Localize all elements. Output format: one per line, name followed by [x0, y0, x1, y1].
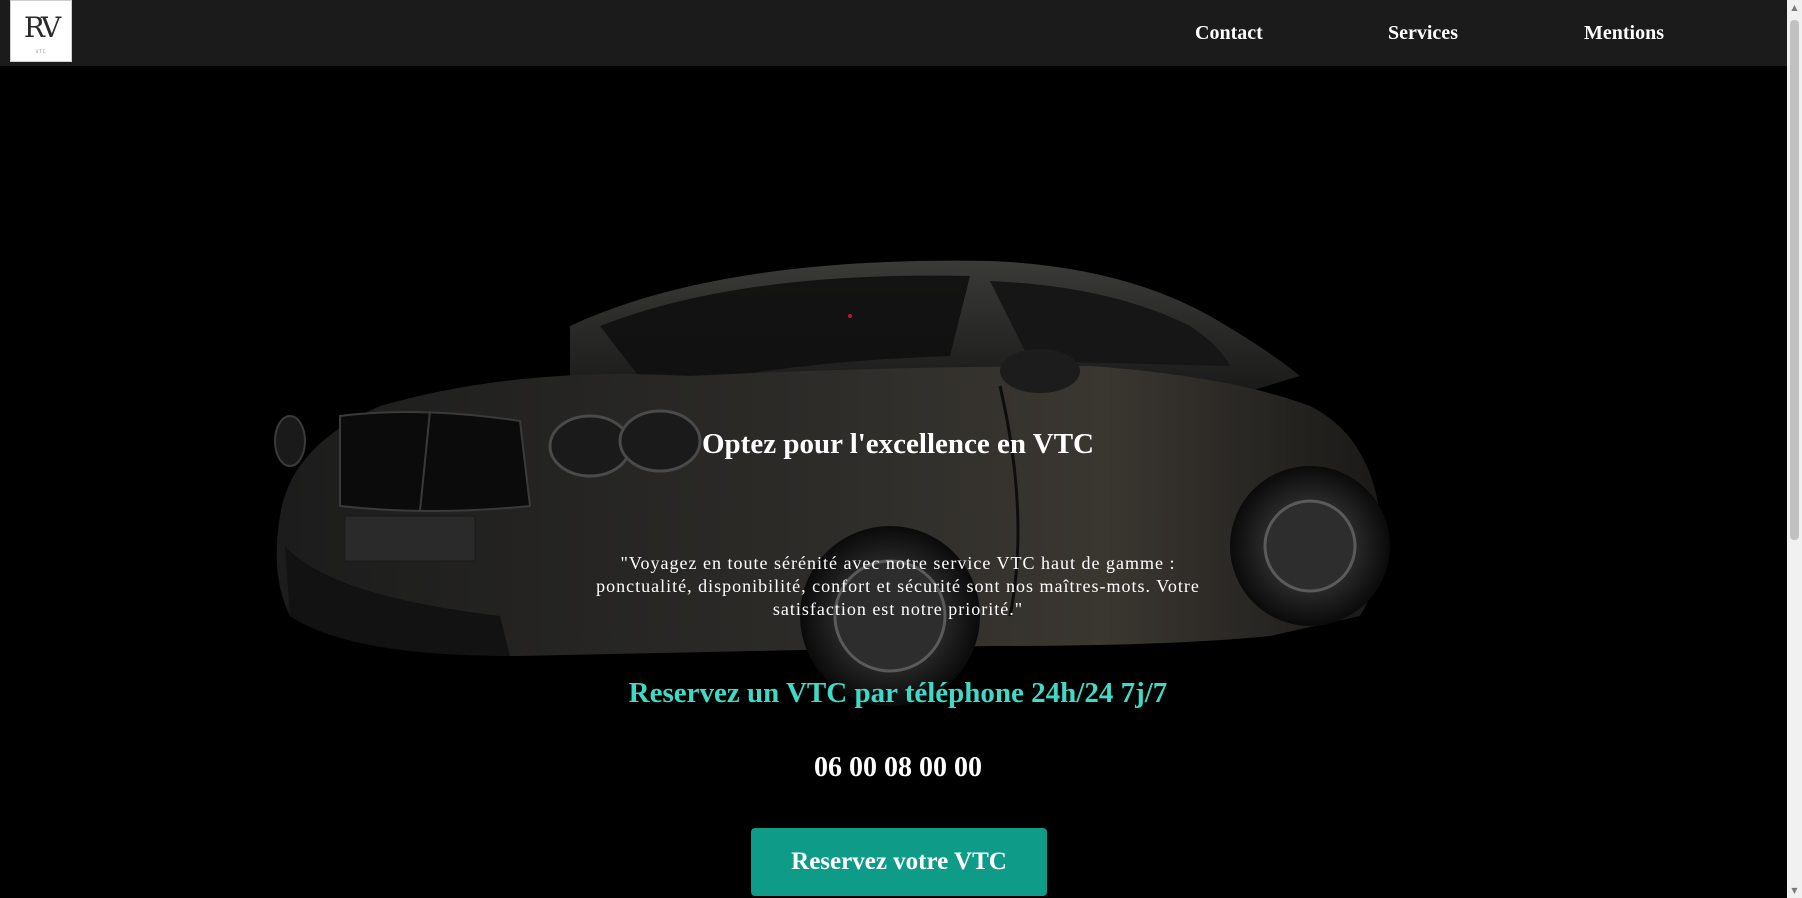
hero-section: Optez pour l'excellence en VTC "Voyagez … [0, 66, 1787, 898]
hero-title: Optez pour l'excellence en VTC [702, 428, 1094, 460]
logo-mark: RV [23, 11, 61, 44]
scrollbar-thumb[interactable] [1790, 20, 1799, 540]
nav-link-contact[interactable]: Contact [1195, 22, 1263, 45]
hero-quote: "Voyagez en toute sérénité avec notre se… [596, 553, 1200, 619]
phone-number[interactable]: 06 00 08 00 00 [0, 752, 1787, 784]
logo-tagline: VTC [35, 49, 47, 54]
scroll-down-icon[interactable]: ▼ [1787, 883, 1802, 898]
logo[interactable]: RV VTC [10, 0, 72, 62]
scroll-up-icon[interactable]: ▲ [1787, 0, 1802, 15]
book-vtc-button[interactable]: Reservez votre VTC [751, 828, 1047, 896]
phone-booking-title: Reservez un VTC par téléphone 24h/24 7j/… [628, 677, 1168, 709]
nav-link-services[interactable]: Services [1388, 22, 1458, 45]
vertical-scrollbar[interactable]: ▲ ▼ [1787, 0, 1802, 898]
nav-link-mentions[interactable]: Mentions [1584, 22, 1664, 45]
top-navigation-bar: RV VTC Contact Services Mentions [0, 0, 1802, 66]
